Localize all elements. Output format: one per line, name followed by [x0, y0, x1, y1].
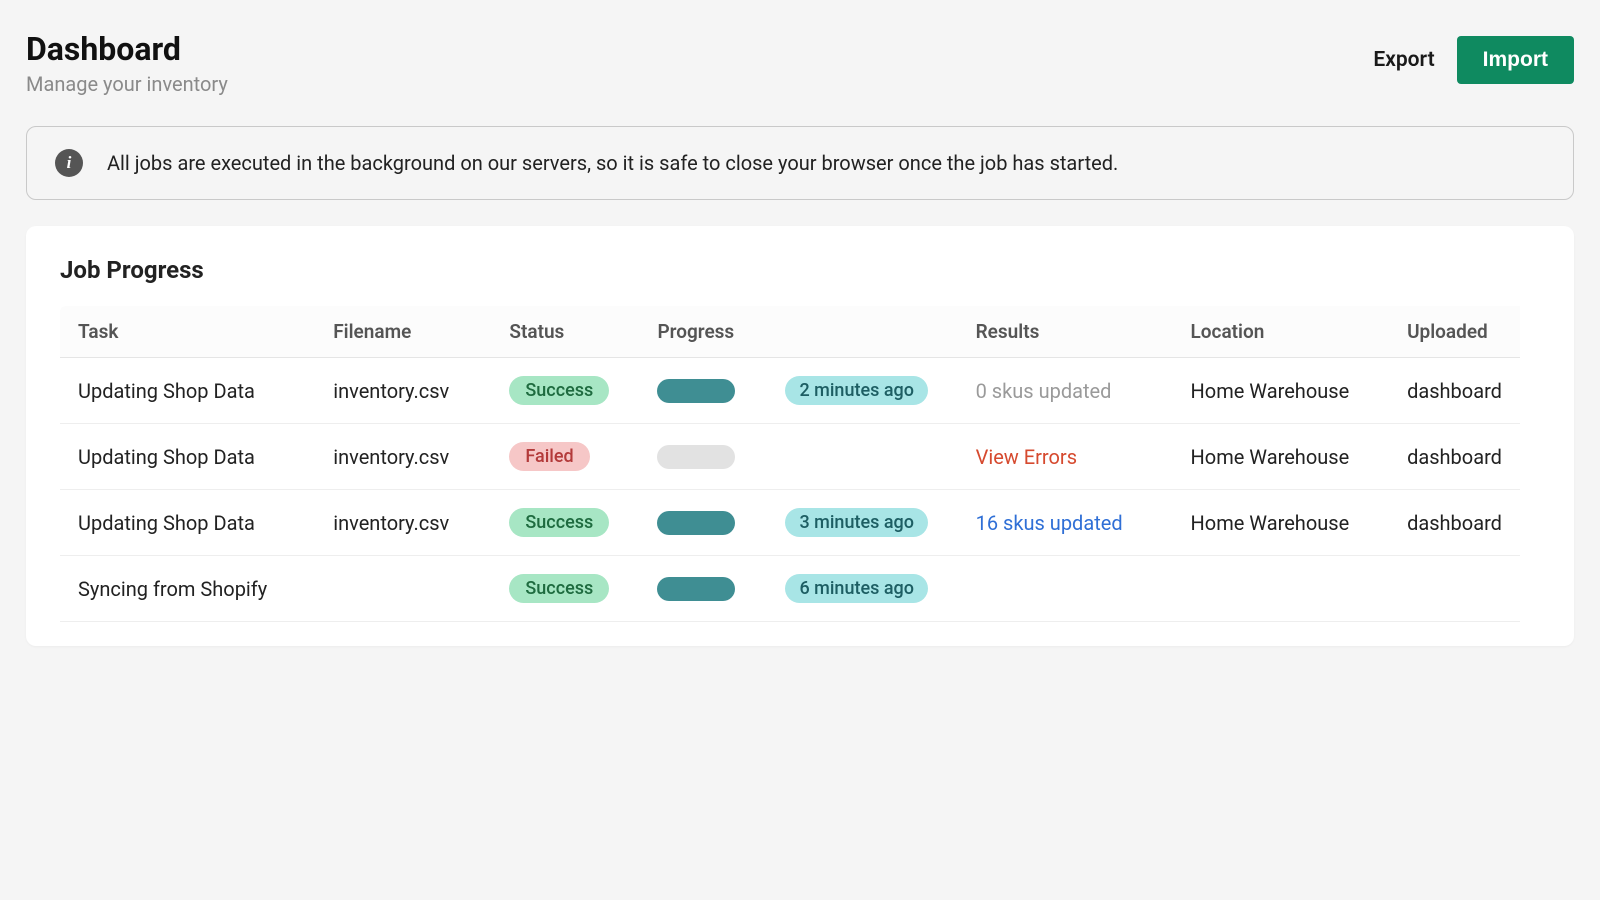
cell-uploaded: dashboard — [1389, 358, 1520, 424]
cell-progress: 6 minutes ago — [639, 556, 957, 622]
cell-uploaded — [1389, 556, 1520, 622]
status-badge-success: Success — [509, 574, 609, 603]
page-title: Dashboard — [26, 30, 228, 68]
time-pill: 2 minutes ago — [785, 376, 928, 405]
cell-results: View Errors — [958, 424, 1173, 490]
page-header: Dashboard Manage your inventory Export I… — [26, 30, 1574, 96]
table-row: Updating Shop Datainventory.csv Success 2 … — [60, 358, 1520, 424]
status-badge-failed: Failed — [509, 442, 589, 471]
export-link[interactable]: Export — [1373, 48, 1434, 72]
cell-location: Home Warehouse — [1173, 424, 1390, 490]
cell-status: Success — [491, 490, 639, 556]
cell-results — [958, 556, 1173, 622]
col-header-filename: Filename — [315, 306, 491, 358]
progress-bar — [657, 577, 735, 601]
page-subtitle: Manage your inventory — [26, 72, 228, 96]
cell-progress — [639, 424, 957, 490]
progress-bar — [657, 445, 735, 469]
col-header-progress: Progress — [639, 306, 957, 358]
info-icon: i — [55, 149, 83, 177]
time-pill: 6 minutes ago — [785, 574, 928, 603]
cell-task: Updating Shop Data — [60, 424, 315, 490]
table-row: Syncing from Shopify Success 6 minutes ago — [60, 556, 1520, 622]
cell-filename — [315, 556, 491, 622]
cell-filename: inventory.csv — [315, 424, 491, 490]
col-header-status: Status — [491, 306, 639, 358]
job-progress-card: Job Progress Task Filename Status Progre… — [26, 226, 1574, 646]
col-header-results: Results — [958, 306, 1173, 358]
cell-progress: 2 minutes ago — [639, 358, 957, 424]
result-link[interactable]: 16 skus updated — [976, 511, 1123, 535]
cell-location: Home Warehouse — [1173, 358, 1390, 424]
col-header-task: Task — [60, 306, 315, 358]
cell-task: Updating Shop Data — [60, 358, 315, 424]
cell-location: Home Warehouse — [1173, 490, 1390, 556]
table-row: Updating Shop Datainventory.csv Success 3 … — [60, 490, 1520, 556]
cell-uploaded: dashboard — [1389, 490, 1520, 556]
section-title: Job Progress — [60, 256, 1540, 284]
status-badge-success: Success — [509, 376, 609, 405]
header-actions: Export Import — [1373, 30, 1574, 84]
import-button[interactable]: Import — [1457, 36, 1574, 84]
table-header-row: Task Filename Status Progress Results Lo… — [60, 306, 1520, 358]
col-header-uploaded: Uploaded — [1389, 306, 1520, 358]
info-banner: i All jobs are executed in the backgroun… — [26, 126, 1574, 200]
table-row: Updating Shop Datainventory.csv Failed Vie… — [60, 424, 1520, 490]
cell-results: 0 skus updated — [958, 358, 1173, 424]
info-banner-text: All jobs are executed in the background … — [107, 151, 1118, 175]
cell-filename: inventory.csv — [315, 490, 491, 556]
cell-results: 16 skus updated — [958, 490, 1173, 556]
view-errors-link[interactable]: View Errors — [976, 445, 1077, 469]
progress-bar — [657, 379, 735, 403]
cell-task: Syncing from Shopify — [60, 556, 315, 622]
progress-bar — [657, 511, 735, 535]
cell-filename: inventory.csv — [315, 358, 491, 424]
cell-status: Success — [491, 556, 639, 622]
cell-status: Success — [491, 358, 639, 424]
cell-task: Updating Shop Data — [60, 490, 315, 556]
table-scroll-wrap[interactable]: Task Filename Status Progress Results Lo… — [60, 306, 1540, 622]
time-pill: 3 minutes ago — [785, 508, 928, 537]
cell-location — [1173, 556, 1390, 622]
cell-status: Failed — [491, 424, 639, 490]
result-text: 0 skus updated — [976, 379, 1112, 403]
status-badge-success: Success — [509, 508, 609, 537]
cell-uploaded: dashboard — [1389, 424, 1520, 490]
cell-progress: 3 minutes ago — [639, 490, 957, 556]
title-block: Dashboard Manage your inventory — [26, 30, 228, 96]
job-progress-table: Task Filename Status Progress Results Lo… — [60, 306, 1520, 622]
col-header-location: Location — [1173, 306, 1390, 358]
